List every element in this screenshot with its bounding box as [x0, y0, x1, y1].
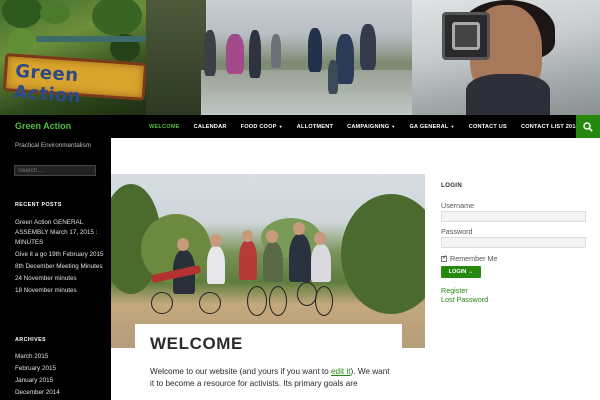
- recent-post-link[interactable]: Give it a go 19th February 2015: [15, 250, 105, 260]
- recent-posts-list: Green Action GENERAL ASSEMBLY March 17, …: [15, 218, 105, 298]
- recent-post-link[interactable]: Green Action GENERAL ASSEMBLY March 17, …: [15, 218, 105, 248]
- nav-item-ga-general[interactable]: GA GENERAL ▼: [402, 115, 461, 138]
- register-link[interactable]: Register: [441, 286, 468, 295]
- caret-down-icon: ▼: [278, 124, 283, 129]
- lost-password-link[interactable]: Lost Password: [441, 295, 488, 304]
- password-label: Password: [441, 227, 473, 236]
- main-content: WELCOME Welcome to our website (and your…: [111, 138, 425, 400]
- welcome-article: WELCOME Welcome to our website (and your…: [135, 324, 402, 400]
- welcome-text: Welcome to our website (and yours if you…: [150, 366, 390, 390]
- recent-post-link[interactable]: 8th December Meeting Minutes: [15, 262, 105, 272]
- username-label: Username: [441, 201, 475, 210]
- right-sidebar: LOGIN Username Password Remember Me LOGI…: [425, 138, 600, 400]
- featured-image: [111, 174, 425, 348]
- banner-photo-sign: Green Action: [0, 0, 148, 115]
- sidebar-search-input[interactable]: [14, 165, 96, 176]
- left-sidebar: Practical Environmentalism RECENT POSTS …: [0, 138, 111, 400]
- remember-me[interactable]: Remember Me: [441, 254, 498, 263]
- archive-link[interactable]: March 2015: [15, 352, 105, 362]
- caret-down-icon: ▼: [450, 124, 455, 129]
- login-heading: LOGIN: [441, 182, 463, 189]
- site-tagline: Practical Environmentalism: [15, 142, 91, 149]
- archive-link[interactable]: January 2015: [15, 376, 105, 386]
- password-field[interactable]: [441, 237, 586, 248]
- search-icon: [583, 121, 593, 132]
- archive-link[interactable]: February 2015: [15, 364, 105, 374]
- edit-it-link[interactable]: edit it: [331, 367, 351, 376]
- nav-label: GA GENERAL: [409, 123, 449, 130]
- recent-posts-heading: RECENT POSTS: [15, 202, 62, 208]
- archives-list: March 2015 February 2015 January 2015 De…: [15, 352, 105, 400]
- nav-label: ALLOTMENT: [296, 123, 334, 130]
- main-navbar: Green Action WELCOME CALENDAR FOOD COOP ▼…: [0, 115, 600, 138]
- page-title: WELCOME: [150, 334, 243, 353]
- nav-label: WELCOME: [149, 123, 180, 130]
- username-field[interactable]: [441, 211, 586, 222]
- recent-post-link[interactable]: 18 November minutes: [15, 286, 105, 296]
- nav-menu: WELCOME CALENDAR FOOD COOP ▼ ALLOTMENT CA…: [142, 115, 594, 138]
- banner-photo-group: [146, 0, 412, 115]
- recent-post-link[interactable]: 24 November minutes: [15, 274, 105, 284]
- sign-text: Green Action: [13, 60, 82, 108]
- nav-item-welcome[interactable]: WELCOME: [142, 115, 187, 138]
- nav-label: CAMPAIGNING: [347, 123, 390, 130]
- nav-item-contact-us[interactable]: CONTACT US: [462, 115, 514, 138]
- nav-label: CONTACT US: [468, 123, 507, 130]
- remember-me-checkbox[interactable]: [441, 254, 447, 262]
- welcome-text-intro: Welcome to our website (and yours if you…: [150, 367, 331, 376]
- nav-item-calendar[interactable]: CALENDAR: [187, 115, 234, 138]
- search-button[interactable]: [576, 115, 600, 138]
- header-banner: Green Action: [0, 0, 600, 115]
- nav-item-campaigning[interactable]: CAMPAIGNING ▼: [340, 115, 402, 138]
- site-title[interactable]: Green Action: [15, 121, 71, 131]
- nav-item-allotment[interactable]: ALLOTMENT: [290, 115, 340, 138]
- archives-heading: ARCHIVES: [15, 337, 47, 343]
- nav-item-food-coop[interactable]: FOOD COOP ▼: [234, 115, 290, 138]
- archive-link[interactable]: December 2014: [15, 388, 105, 398]
- nav-label: FOOD COOP: [240, 123, 277, 130]
- remember-me-label: Remember Me: [450, 254, 498, 263]
- nav-label: CALENDAR: [193, 123, 227, 130]
- login-button[interactable]: LOGIN →: [441, 266, 481, 278]
- caret-down-icon: ▼: [391, 124, 396, 129]
